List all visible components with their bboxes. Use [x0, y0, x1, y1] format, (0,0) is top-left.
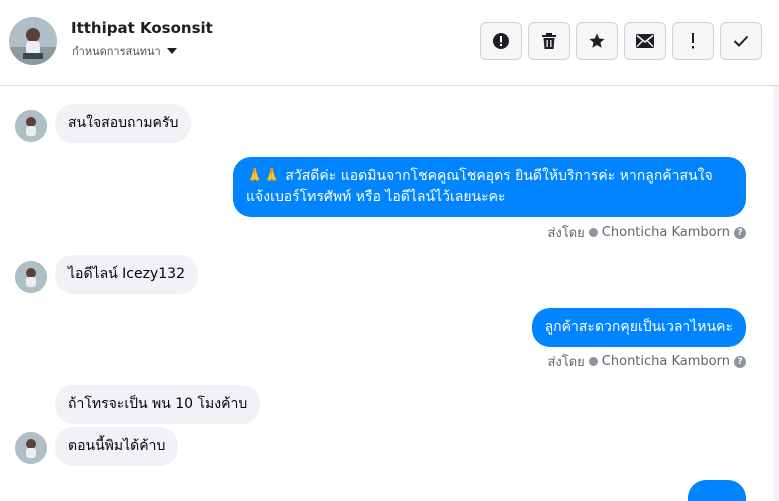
conversation-schedule-dropdown[interactable]: กำหนดการสนทนา: [72, 42, 177, 60]
outgoing-message[interactable]: 🙏🙏 สวัสดีค่ะ แอดมินจากโชคคูณโชคอุดร ยินด…: [233, 157, 746, 217]
outgoing-message[interactable]: ลูกค้าสะดวกคุยเป็นเวลาไหนคะ: [531, 308, 746, 347]
outgoing-message-partial[interactable]: [688, 480, 746, 501]
help-icon[interactable]: ?: [734, 355, 746, 368]
alert-circle-icon: [493, 33, 509, 49]
follow-up-button[interactable]: [672, 22, 714, 60]
envelope-icon: [636, 34, 654, 48]
sent-by-label: ส่งโดย: [547, 355, 585, 370]
mark-done-button[interactable]: [720, 22, 762, 60]
sent-by-agent[interactable]: Chonticha Kamborn: [602, 354, 730, 369]
header-actions: [480, 22, 762, 60]
incoming-message[interactable]: ตอนนี้พิมได้ค้าบ: [55, 427, 179, 466]
verified-icon: [588, 228, 598, 237]
contact-avatar[interactable]: [9, 17, 57, 65]
contact-name[interactable]: Itthipat Kosonsit: [71, 19, 213, 37]
mark-unread-button[interactable]: [624, 22, 666, 60]
message-scrollbar[interactable]: [773, 86, 779, 501]
trash-icon: [542, 33, 556, 49]
schedule-label: กำหนดการสนทนา: [72, 45, 161, 58]
sent-by-info: ส่งโดย Chonticha Kamborn ?: [547, 222, 746, 243]
sent-by-agent[interactable]: Chonticha Kamborn: [602, 225, 730, 240]
incoming-message[interactable]: ถ้าโทรจะเป็น พน 10 โมงค้าบ: [55, 385, 261, 424]
exclamation-icon: [692, 33, 694, 49]
incoming-message[interactable]: สนใจสอบถามครับ: [55, 104, 192, 143]
verified-icon: [588, 357, 598, 366]
contact-avatar-small: [15, 110, 47, 142]
conversation-header: Itthipat Kosonsit กำหนดการสนทนา: [0, 0, 779, 86]
star-button[interactable]: [576, 22, 618, 60]
contact-avatar-small: [15, 261, 47, 293]
mark-spam-button[interactable]: [480, 22, 522, 60]
help-icon[interactable]: ?: [734, 226, 746, 239]
contact-avatar-small: [15, 432, 47, 464]
delete-button[interactable]: [528, 22, 570, 60]
sent-by-info: ส่งโดย Chonticha Kamborn ?: [547, 351, 746, 372]
star-icon: [589, 33, 605, 48]
check-icon: [733, 35, 749, 47]
sent-by-label: ส่งโดย: [547, 226, 585, 241]
caret-down-icon: [166, 48, 177, 54]
incoming-message[interactable]: ไอดีไลน์ Icezy132: [55, 255, 198, 294]
